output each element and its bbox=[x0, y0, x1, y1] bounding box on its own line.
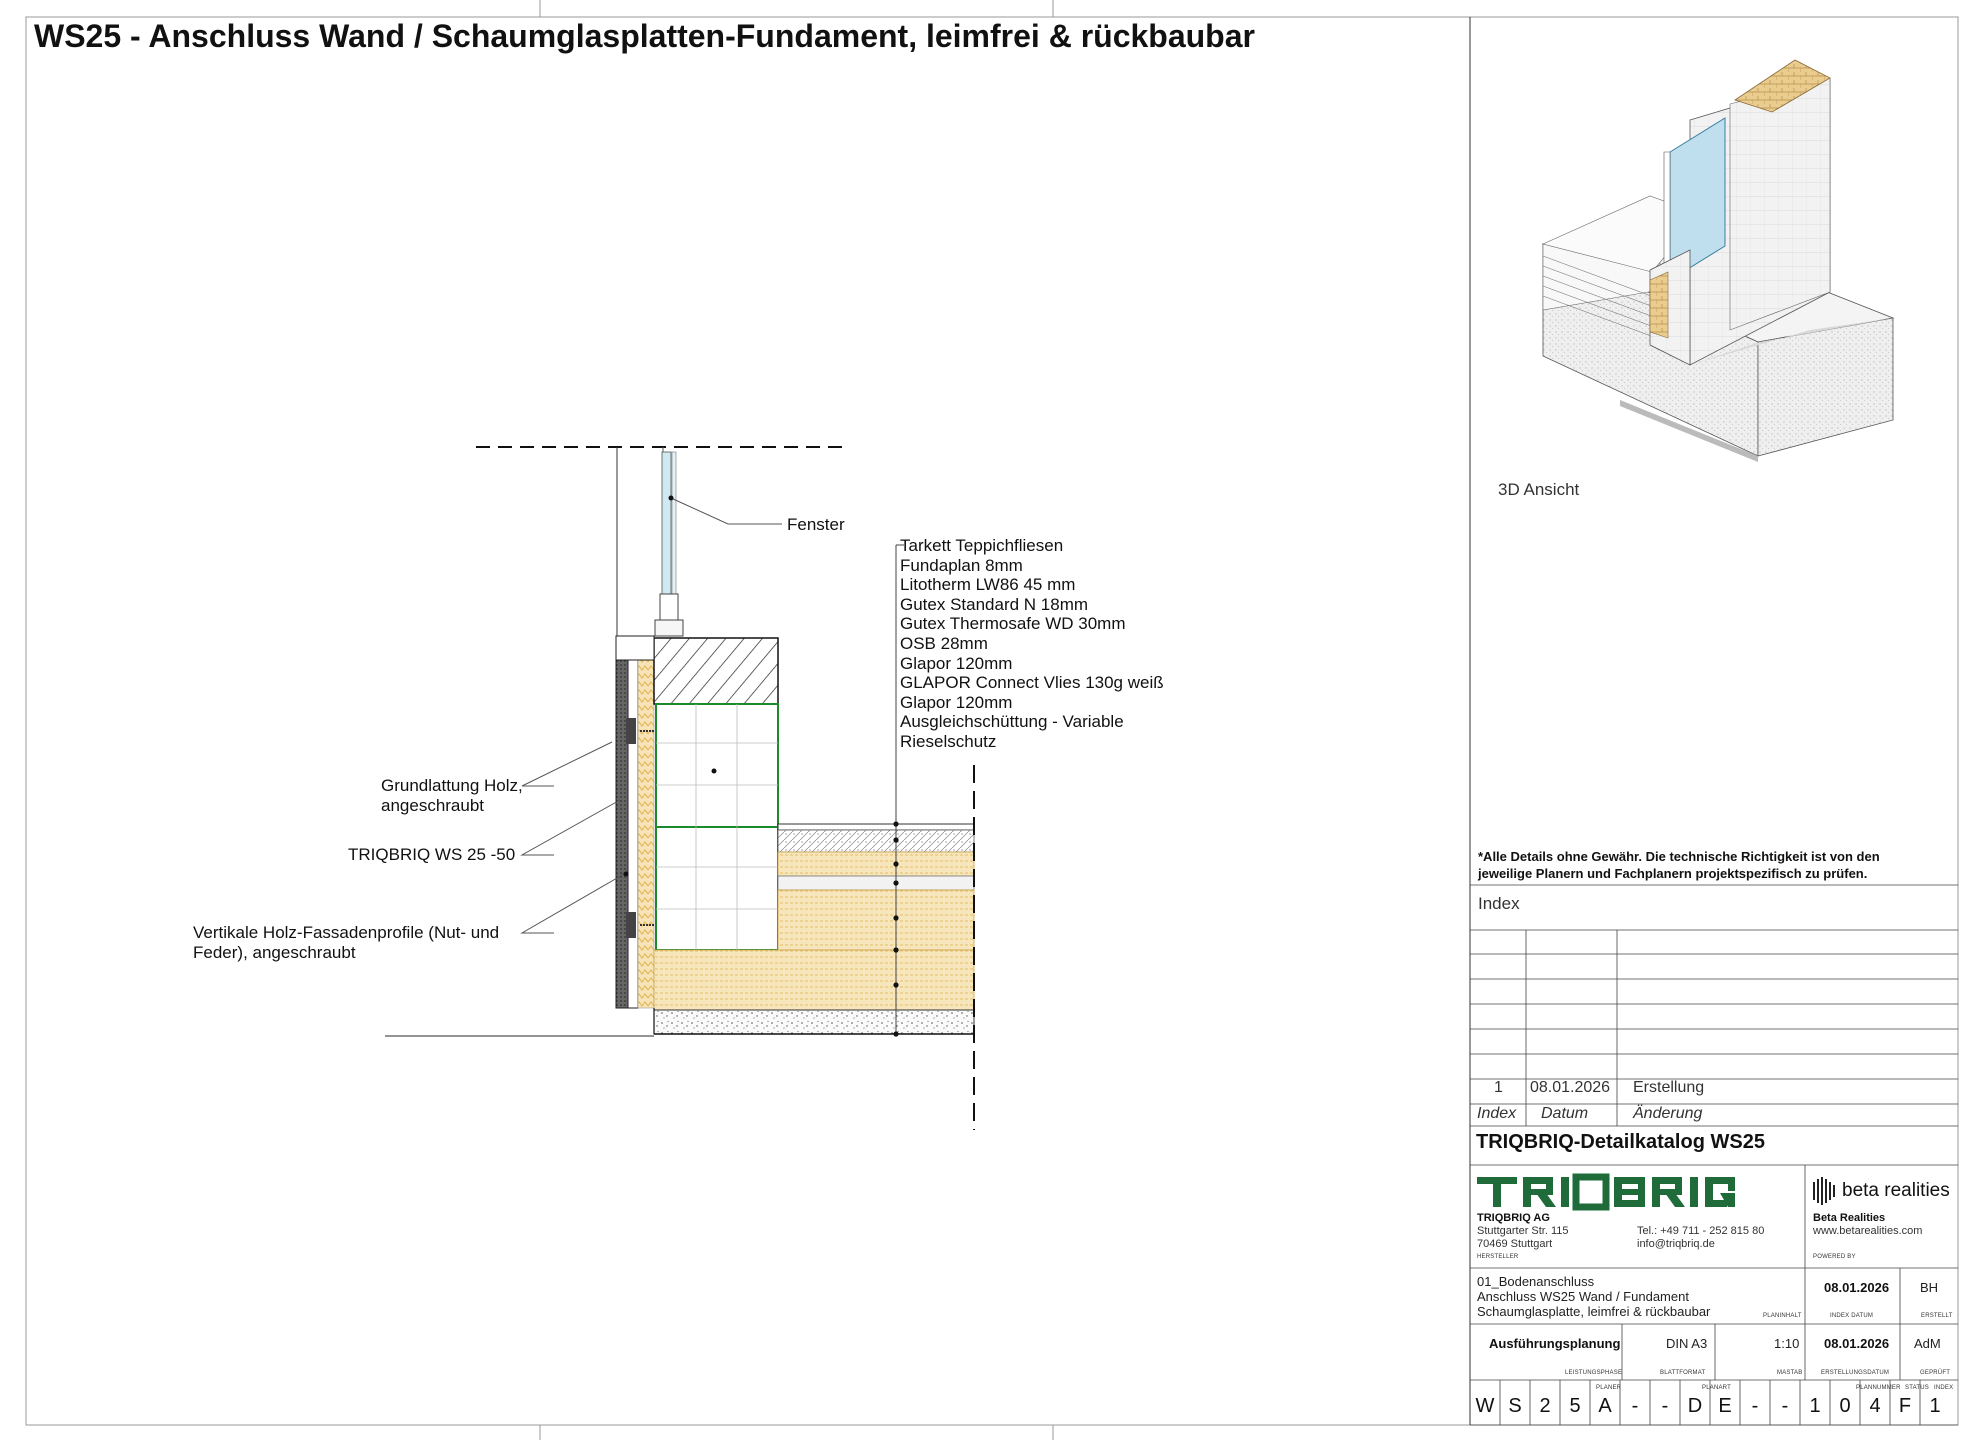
planinhalt-line-3: Schaumglasplatte, leimfrei & rückbaubar bbox=[1477, 1304, 1711, 1319]
plan-code-char: S bbox=[1508, 1395, 1522, 1417]
manufacturer-city: 70469 Stuttgart bbox=[1477, 1238, 1553, 1250]
code-label-index: INDEX bbox=[1934, 1385, 1954, 1391]
layer-item: Gutex Standard N 18mm bbox=[900, 594, 1089, 614]
layer-item: Glapor 120mm bbox=[900, 692, 1013, 712]
label-grundlattung: Grundlattung Holz, angeschraubt bbox=[381, 776, 523, 815]
blattformat-value: DIN A3 bbox=[1666, 1336, 1708, 1351]
plan-code-char: 2 bbox=[1539, 1395, 1551, 1417]
layer-item: Fundaplan 8mm bbox=[900, 555, 1023, 575]
geprueft-value: AdM bbox=[1914, 1336, 1941, 1351]
layer-item: Rieselschutz bbox=[900, 731, 997, 751]
plan-code-char: 4 bbox=[1869, 1395, 1881, 1417]
manufacturer-street: Stuttgarter Str. 115 bbox=[1477, 1225, 1569, 1237]
layer-item: GLAPOR Connect Vlies 130g weiß bbox=[900, 673, 1164, 693]
layer-item: Litotherm LW86 45 mm bbox=[900, 575, 1076, 595]
index-header: Index bbox=[1478, 894, 1520, 913]
label-vertikale: Vertikale Holz-Fassadenprofile (Nut- und… bbox=[193, 923, 500, 962]
index-col-index: Index bbox=[1477, 1105, 1517, 1122]
layer-item: Gutex Thermosafe WD 30mm bbox=[900, 614, 1126, 634]
manufacturer-tel: Tel.: +49 711 - 252 815 80 bbox=[1637, 1225, 1765, 1237]
layer-item: Ausgleichschüttung - Variable bbox=[900, 712, 1124, 732]
erstellungsdatum-value: 08.01.2026 bbox=[1824, 1336, 1890, 1351]
code-label-planer: PLANER bbox=[1596, 1385, 1622, 1391]
plan-code-char: 5 bbox=[1569, 1395, 1581, 1417]
index-row-aenderung: Erstellung bbox=[1633, 1079, 1705, 1096]
manufacturer-role: HERSTELLER bbox=[1477, 1254, 1519, 1260]
powered-name: Beta Realities bbox=[1813, 1212, 1886, 1224]
planinhalt-label: PLANINHALT bbox=[1763, 1313, 1802, 1319]
plan-code-char: E bbox=[1718, 1395, 1732, 1417]
planinhalt-line-2: Anschluss WS25 Wand / Fundament bbox=[1477, 1289, 1689, 1304]
plan-code-char: - bbox=[1781, 1395, 1789, 1417]
geprueft-label: GEPRÜFT bbox=[1920, 1370, 1951, 1376]
massstab-label: MASTAB bbox=[1777, 1370, 1803, 1376]
erstellt-label: ERSTELLT bbox=[1921, 1313, 1953, 1319]
disclaimer: *Alle Details ohne Gewähr. Die technisch… bbox=[1478, 849, 1880, 881]
plan-code-char: 1 bbox=[1929, 1395, 1941, 1417]
index-col-datum: Datum bbox=[1541, 1105, 1589, 1122]
powered-web: www.betarealities.com bbox=[1813, 1225, 1923, 1237]
catalog-title: TRIQBRIQ-Detailkatalog WS25 bbox=[1476, 1131, 1765, 1153]
code-label-status: STATUS bbox=[1905, 1385, 1929, 1391]
plan-code-char: W bbox=[1475, 1395, 1495, 1417]
layer-list: Tarkett Teppichfliesen Fundaplan 8mm Lit… bbox=[900, 536, 1164, 752]
layer-item: Glapor 120mm bbox=[900, 653, 1013, 673]
layer-item: OSB 28mm bbox=[900, 633, 988, 653]
index-col-aenderung: Änderung bbox=[1633, 1105, 1703, 1122]
planinhalt-line-1: 01_Bodenanschluss bbox=[1477, 1274, 1595, 1289]
plan-code-char: - bbox=[1751, 1395, 1759, 1417]
label-triqbriq: TRIQBRIQ WS 25 -50 bbox=[348, 845, 516, 864]
view3d-caption: 3D Ansicht bbox=[1498, 480, 1580, 499]
plan-code-char: 1 bbox=[1809, 1395, 1821, 1417]
blattformat-label: BLATTFORMAT bbox=[1660, 1370, 1706, 1376]
manufacturer-name: TRIQBRIQ AG bbox=[1477, 1212, 1550, 1224]
index-datum-value: 08.01.2026 bbox=[1824, 1280, 1890, 1295]
manufacturer-email: info@triqbriq.de bbox=[1637, 1238, 1715, 1250]
index-datum-label: INDEX DATUM bbox=[1830, 1313, 1874, 1319]
powered-role: POWERED BY bbox=[1813, 1254, 1856, 1260]
beta-realities-logo-mark bbox=[1813, 1177, 1835, 1205]
code-label-planart: PLANART bbox=[1702, 1385, 1731, 1391]
label-fenster: Fenster bbox=[787, 515, 845, 534]
code-label-plannummer: PLANNUMMER bbox=[1856, 1385, 1901, 1391]
leistungsphase-value: Ausführungsplanung bbox=[1489, 1336, 1621, 1351]
index-row-datum: 08.01.2026 bbox=[1530, 1079, 1611, 1096]
plan-code-char: A bbox=[1598, 1395, 1612, 1417]
triqbriq-logo bbox=[1477, 1173, 1735, 1211]
layer-item: Tarkett Teppichfliesen bbox=[900, 536, 1064, 555]
erstellungsdatum-label: ERSTELLUNGSDATUM bbox=[1821, 1370, 1890, 1376]
plan-code-char: D bbox=[1687, 1395, 1703, 1417]
erstellt-value: BH bbox=[1920, 1280, 1939, 1295]
plan-code-char: - bbox=[1661, 1395, 1669, 1417]
leistungsphase-label: LEISTUNGSPHASE bbox=[1565, 1370, 1623, 1376]
powered-logo-text: beta realities bbox=[1842, 1180, 1950, 1201]
plan-code-char: 0 bbox=[1839, 1395, 1851, 1417]
index-row-nr: 1 bbox=[1494, 1079, 1503, 1096]
isometric-3d-view bbox=[1541, 59, 1895, 462]
page-title: WS25 - Anschluss Wand / Schaumglasplatte… bbox=[34, 18, 1255, 54]
plan-code-char: - bbox=[1631, 1395, 1639, 1417]
plan-code-char: F bbox=[1898, 1395, 1912, 1417]
massstab-value: 1:10 bbox=[1774, 1336, 1800, 1351]
